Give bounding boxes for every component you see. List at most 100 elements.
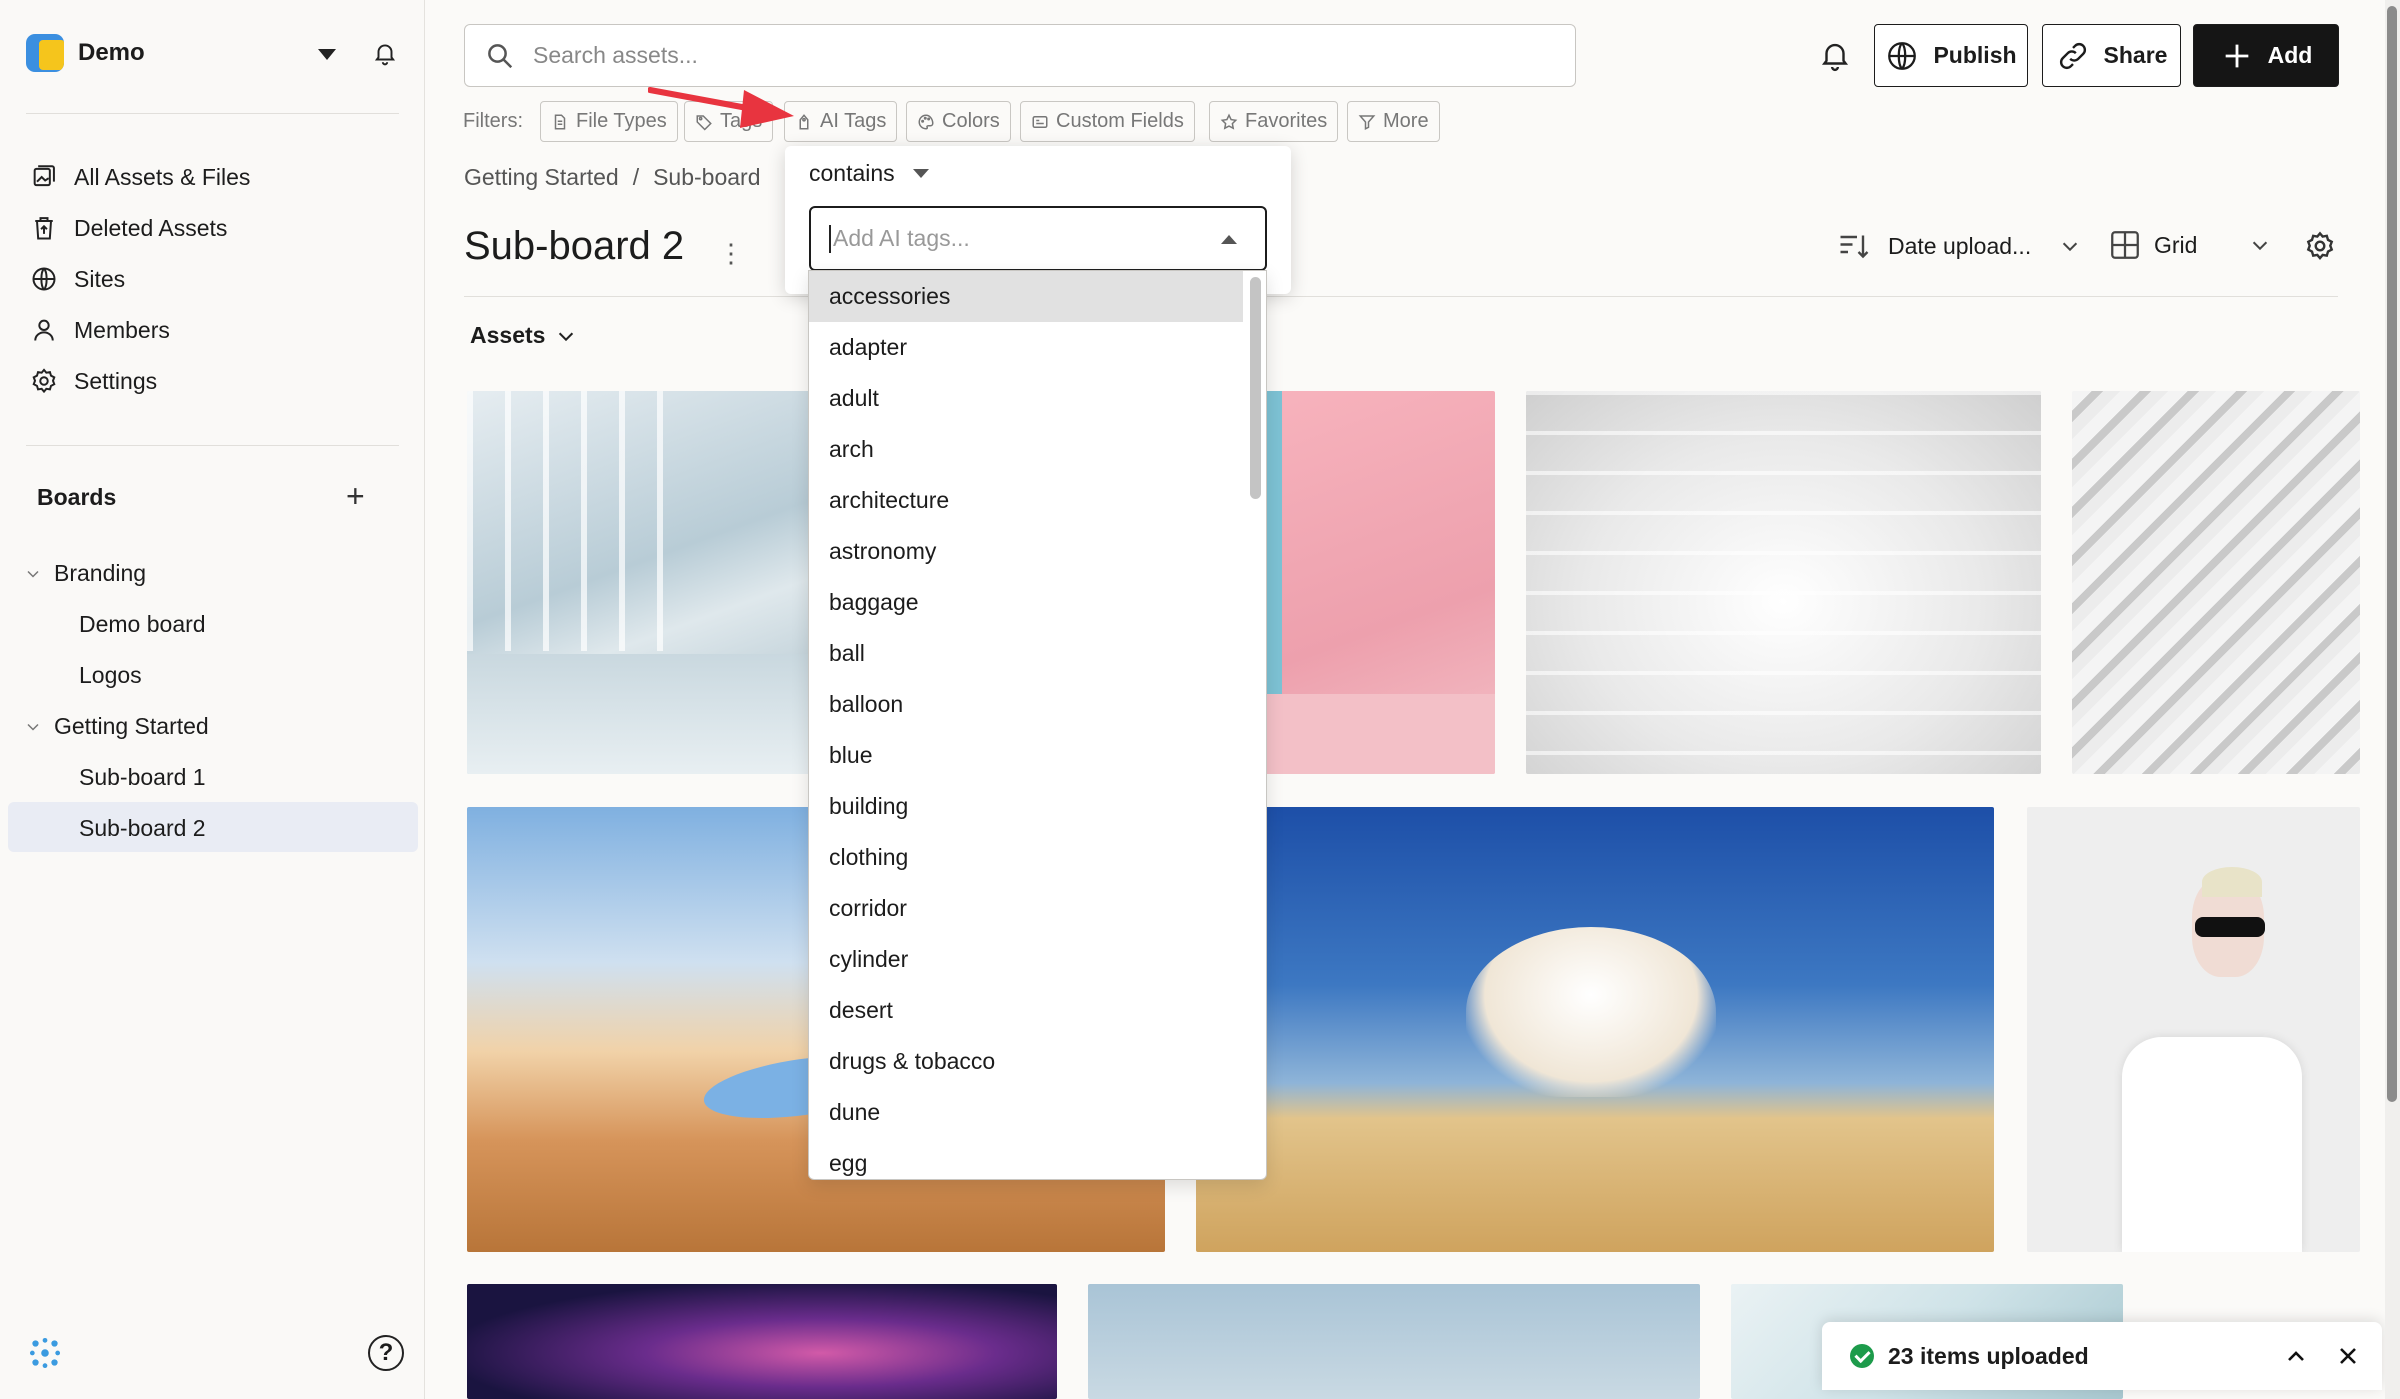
asset-thumbnail[interactable] <box>1196 807 1994 1252</box>
workspace-logo <box>26 34 64 72</box>
filter-label: AI Tags <box>820 110 887 132</box>
chevron-up-icon[interactable] <box>2284 1344 2308 1368</box>
add-board-button[interactable]: + <box>346 480 365 512</box>
caret-up-icon[interactable] <box>1221 235 1237 244</box>
list-item[interactable]: cylinder <box>809 934 1243 985</box>
workspace-switcher[interactable]: Demo <box>26 34 145 72</box>
tree-item-demo-board[interactable]: Demo board <box>79 611 206 638</box>
add-label: Add <box>2267 42 2313 68</box>
filter-more[interactable]: More <box>1347 101 1440 142</box>
sort-icon <box>1840 235 1869 259</box>
filter-favorites[interactable]: Favorites <box>1209 101 1339 142</box>
asset-thumbnail[interactable] <box>2027 807 2360 1252</box>
asset-thumbnail[interactable] <box>467 391 847 774</box>
help-button[interactable]: ? <box>368 1335 404 1371</box>
tree-item-label: Branding <box>54 560 147 586</box>
assets-toggle[interactable]: Assets <box>470 322 577 349</box>
view-settings-gear-icon[interactable] <box>2304 230 2336 262</box>
tree-item-getting-started[interactable]: Getting Started <box>26 713 209 740</box>
tree-item-sub-board-2[interactable]: Sub-board 2 <box>79 815 206 842</box>
asset-thumbnail[interactable] <box>467 1284 1057 1399</box>
chevron-down-icon[interactable] <box>26 720 40 734</box>
list-item[interactable]: clothing <box>809 832 1243 883</box>
palette-icon <box>918 113 934 130</box>
plus-icon <box>2225 44 2248 67</box>
list-item[interactable]: egg <box>809 1138 1243 1179</box>
nav-label: Members <box>74 316 170 343</box>
upload-toast: 23 items uploaded <box>1822 1322 2382 1390</box>
ai-tags-input[interactable]: Add AI tags... <box>809 206 1267 271</box>
add-button[interactable]: Add <box>2193 24 2339 87</box>
breadcrumb: Getting Started / Sub-board <box>464 164 761 191</box>
list-item[interactable]: corridor <box>809 883 1243 934</box>
filters-label: Filters: <box>463 110 523 132</box>
nav-all-assets[interactable]: All Assets & Files <box>30 163 250 191</box>
tree-item-logos[interactable]: Logos <box>79 662 142 689</box>
list-item[interactable]: accessories <box>809 271 1243 322</box>
user-icon <box>34 319 54 341</box>
sidebar-divider <box>26 113 399 114</box>
selected-board-highlight <box>8 802 418 852</box>
list-item[interactable]: building <box>809 781 1243 832</box>
filter-colors[interactable]: Colors <box>906 101 1011 142</box>
nav-sites[interactable]: Sites <box>30 265 125 293</box>
list-item[interactable]: adapter <box>809 322 1243 373</box>
list-item[interactable]: baggage <box>809 577 1243 628</box>
chevron-down-icon <box>2253 241 2268 251</box>
nav-members[interactable]: Members <box>30 316 170 344</box>
list-item[interactable]: balloon <box>809 679 1243 730</box>
publish-button[interactable]: Publish <box>1874 24 2028 87</box>
filter-label: Custom Fields <box>1056 110 1184 132</box>
share-label: Share <box>2103 42 2168 68</box>
close-icon[interactable] <box>2336 1344 2360 1368</box>
list-item[interactable]: architecture <box>809 475 1243 526</box>
share-button[interactable]: Share <box>2042 24 2181 87</box>
operator-label: contains <box>809 160 895 186</box>
page-title: Sub-board 2 <box>464 224 685 268</box>
window-scrollbar[interactable] <box>2385 0 2400 1399</box>
list-item[interactable]: ball <box>809 628 1243 679</box>
search-input[interactable]: Search assets... <box>464 24 1576 87</box>
notifications-bell-icon[interactable] <box>1818 38 1852 72</box>
list-item[interactable]: adult <box>809 373 1243 424</box>
filter-label: Favorites <box>1245 110 1328 132</box>
list-item[interactable]: drugs & tobacco <box>809 1036 1243 1087</box>
tree-item-sub-board-1[interactable]: Sub-board 1 <box>79 764 206 791</box>
nav-settings[interactable]: Settings <box>30 367 157 395</box>
asset-thumbnail[interactable] <box>1264 391 1495 774</box>
list-scrollbar[interactable] <box>1250 277 1261 499</box>
chevron-down-icon <box>559 332 574 341</box>
layout-dropdown[interactable]: Grid <box>2108 228 2271 262</box>
publish-label: Publish <box>1933 42 2017 68</box>
filter-custom-fields[interactable]: Custom Fields <box>1020 101 1195 142</box>
asset-thumbnail[interactable] <box>1088 1284 1700 1399</box>
list-item[interactable]: arch <box>809 424 1243 475</box>
list-item[interactable]: blue <box>809 730 1243 781</box>
filter-ai-tags[interactable]: AI Tags <box>784 101 898 142</box>
chevron-down-icon[interactable] <box>26 567 40 581</box>
tree-item-branding[interactable]: Branding <box>26 560 146 587</box>
bell-icon[interactable] <box>372 40 398 66</box>
scrollbar-thumb[interactable] <box>2387 6 2397 1102</box>
nav-deleted-assets[interactable]: Deleted Assets <box>30 214 227 242</box>
nav-label: All Assets & Files <box>74 163 251 190</box>
workspace-name: Demo <box>78 39 145 66</box>
sort-dropdown[interactable]: Date upload... <box>1836 228 2081 264</box>
filter-label: Colors <box>942 110 1000 132</box>
ai-tags-options-list[interactable]: accessories adapter adult arch architect… <box>808 270 1267 1180</box>
nav-label: Settings <box>74 367 158 394</box>
asset-thumbnail[interactable] <box>2072 391 2360 774</box>
app-logo-icon[interactable] <box>26 1334 64 1372</box>
tree-item-label: Demo board <box>79 611 206 637</box>
ai-tags-placeholder: Add AI tags... <box>833 225 970 251</box>
list-item[interactable]: astronomy <box>809 526 1243 577</box>
breadcrumb-item[interactable]: Getting Started <box>464 164 619 191</box>
list-item[interactable]: desert <box>809 985 1243 1036</box>
board-options-icon[interactable]: ⋮ <box>718 238 744 269</box>
workspace-caret-icon[interactable] <box>318 49 336 60</box>
breadcrumb-item[interactable]: Sub-board <box>653 164 760 191</box>
list-item[interactable]: dune <box>809 1087 1243 1138</box>
operator-select[interactable]: contains <box>809 160 929 187</box>
asset-thumbnail[interactable] <box>1526 391 2041 774</box>
nav-label: Sites <box>74 265 126 292</box>
